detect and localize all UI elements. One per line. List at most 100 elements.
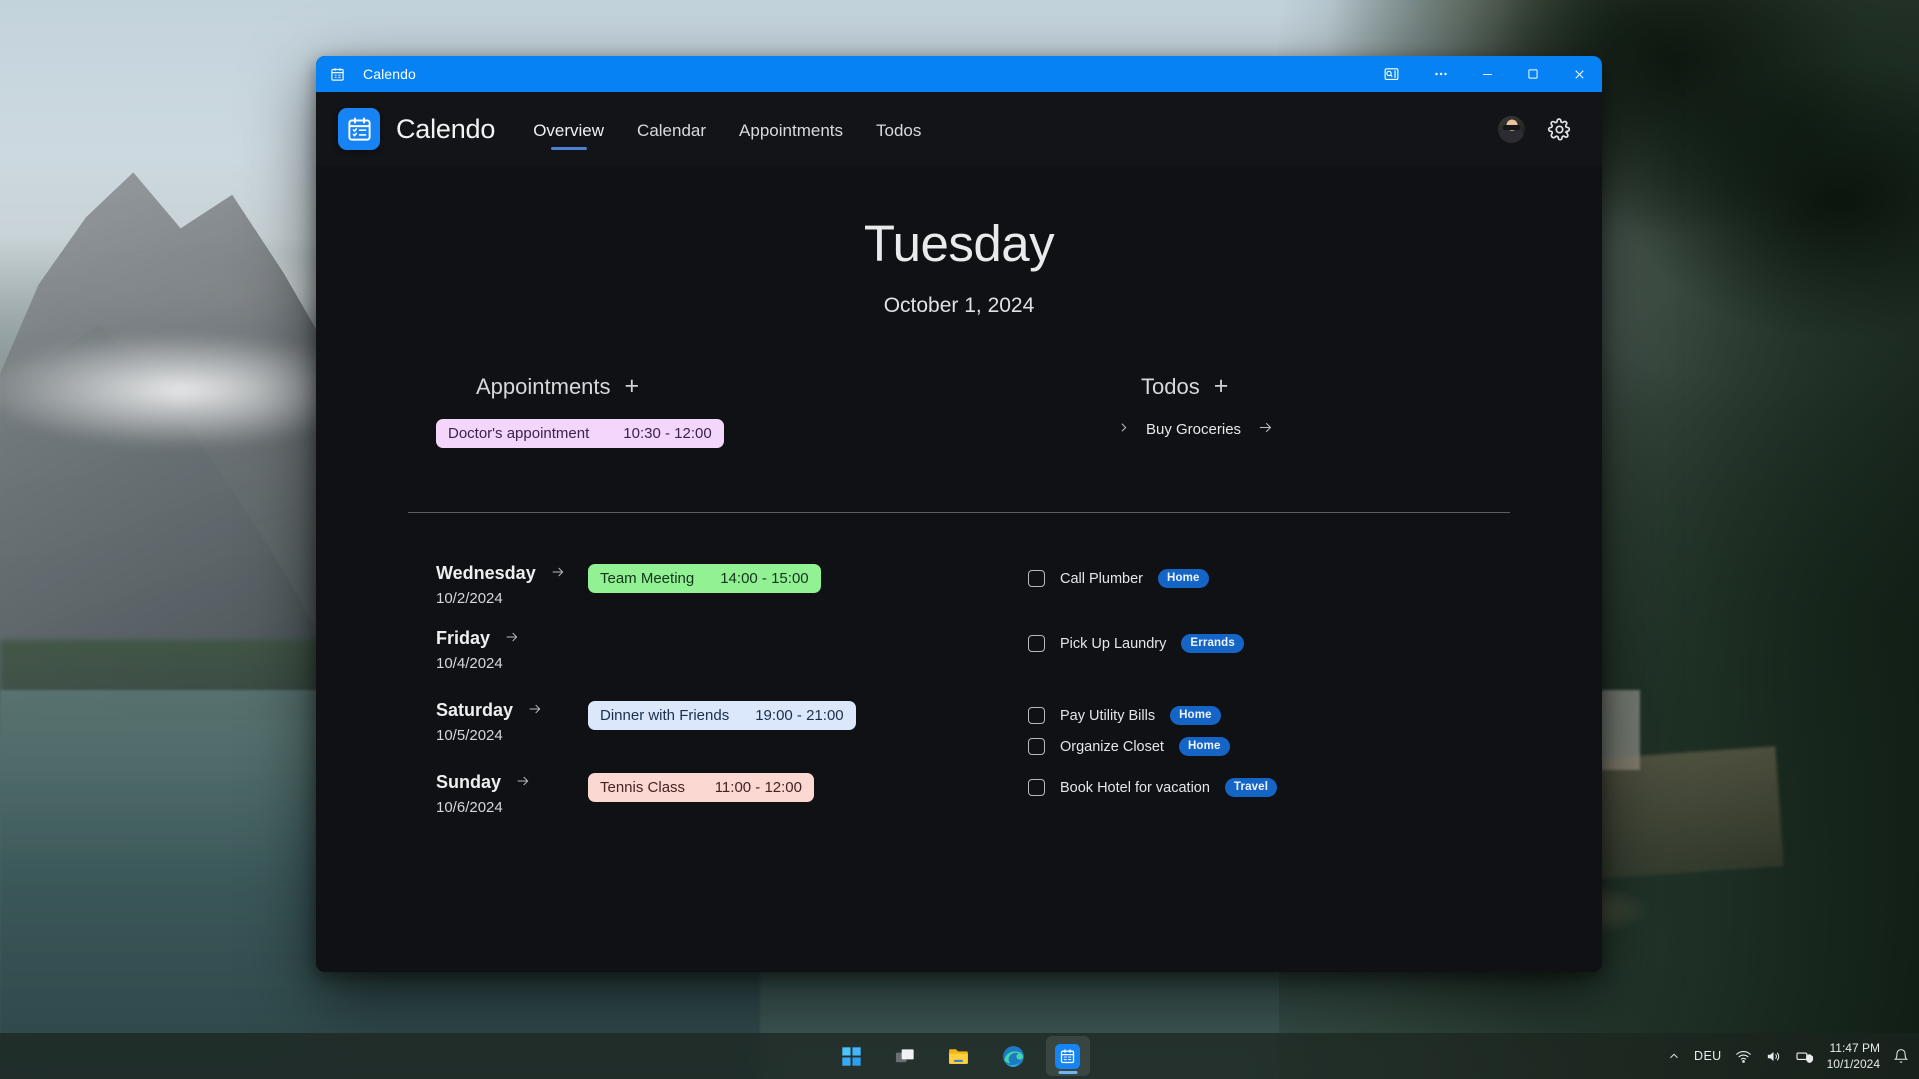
chevron-up-icon[interactable]: [1667, 1049, 1681, 1063]
arrow-right-icon[interactable]: [527, 701, 543, 721]
todo-checkbox[interactable]: [1028, 738, 1045, 755]
bell-icon[interactable]: [1893, 1048, 1909, 1064]
todos-section-header: Todos +: [1075, 374, 1602, 400]
todo-tag[interactable]: Errands: [1181, 634, 1244, 653]
todo-group-wednesday: Call Plumber Home: [1028, 563, 1526, 628]
day-events-sunday: Tennis Class 11:00 - 12:00: [588, 772, 814, 802]
day-date: 10/4/2024: [436, 655, 588, 672]
clock[interactable]: 11:47 PM 10/1/2024: [1827, 1040, 1880, 1072]
appointment-pill[interactable]: Dinner with Friends 19:00 - 21:00: [588, 701, 856, 730]
appointment-title: Dinner with Friends: [600, 707, 729, 724]
todos-title: Todos: [1141, 374, 1200, 400]
brand-name: Calendo: [396, 114, 495, 145]
todo-tag[interactable]: Home: [1158, 569, 1209, 588]
edge-browser-button[interactable]: [992, 1036, 1036, 1076]
tab-calendar[interactable]: Calendar: [637, 92, 706, 166]
calendar-app-icon: [1055, 1044, 1080, 1069]
todo-item[interactable]: Organize Closet Home: [1028, 731, 1230, 762]
tab-calendar-label: Calendar: [637, 121, 706, 141]
day-row-wednesday: Wednesday 10/2/2024 Team Meeting 14:00 -…: [436, 563, 1006, 628]
wifi-icon[interactable]: [1735, 1048, 1752, 1065]
tab-todos-label: Todos: [876, 121, 921, 141]
todo-summary-label: Buy Groceries: [1146, 421, 1241, 438]
todo-item[interactable]: Pick Up Laundry Errands: [1028, 628, 1244, 659]
task-view-button[interactable]: [884, 1036, 928, 1076]
appointment-title: Doctor's appointment: [448, 425, 589, 442]
day-label-wednesday[interactable]: Wednesday 10/2/2024: [436, 563, 588, 607]
calendo-taskbar-button[interactable]: [1046, 1036, 1090, 1076]
day-row-friday: Friday 10/4/2024: [436, 628, 1006, 700]
todo-label: Pick Up Laundry: [1060, 636, 1166, 652]
today-appointments-column: Appointments + Doctor's appointment 10:3…: [316, 374, 959, 448]
todo-checkbox[interactable]: [1028, 635, 1045, 652]
tab-todos[interactable]: Todos: [876, 92, 921, 166]
battery-shield-icon[interactable]: [1795, 1047, 1814, 1065]
more-options-button[interactable]: [1418, 56, 1464, 92]
arrow-right-icon[interactable]: [1257, 419, 1274, 440]
page-title: Tuesday: [316, 218, 1602, 269]
todo-group-friday: Pick Up Laundry Errands: [1028, 628, 1526, 700]
today-summary-row: Appointments + Doctor's appointment 10:3…: [316, 374, 1602, 448]
day-date: 10/2/2024: [436, 590, 588, 607]
todo-checkbox[interactable]: [1028, 707, 1045, 724]
appointment-time: 19:00 - 21:00: [755, 707, 843, 724]
todo-item[interactable]: Pay Utility Bills Home: [1028, 700, 1230, 731]
appointments-title: Appointments: [476, 374, 611, 400]
day-label-top: Friday: [436, 628, 588, 649]
gear-icon[interactable]: [1547, 117, 1572, 142]
calendar-checklist-icon: [338, 108, 380, 150]
avatar[interactable]: [1498, 116, 1525, 143]
arrow-right-icon[interactable]: [504, 629, 520, 649]
day-row-sunday: Sunday 10/6/2024 Tennis Class 11:00 - 12…: [436, 772, 1006, 844]
day-label-saturday[interactable]: Saturday 10/5/2024: [436, 700, 588, 744]
appointment-time: 11:00 - 12:00: [715, 779, 802, 796]
add-todo-button[interactable]: +: [1214, 374, 1229, 399]
week-appointments-column: Wednesday 10/2/2024 Team Meeting 14:00 -…: [436, 563, 1006, 844]
day-name: Sunday: [436, 772, 501, 793]
todo-label: Pay Utility Bills: [1060, 708, 1155, 724]
todo-item[interactable]: Call Plumber Home: [1028, 563, 1209, 594]
appointment-pill[interactable]: Team Meeting 14:00 - 15:00: [588, 564, 821, 593]
appointment-time: 14:00 - 15:00: [720, 570, 808, 587]
file-explorer-button[interactable]: [938, 1036, 982, 1076]
appointment-pill[interactable]: Doctor's appointment 10:30 - 12:00: [436, 419, 724, 448]
day-events-wednesday: Team Meeting 14:00 - 15:00: [588, 563, 821, 593]
day-label-friday[interactable]: Friday 10/4/2024: [436, 628, 588, 672]
add-appointment-button[interactable]: +: [625, 374, 640, 399]
window-titlebar[interactable]: Calendo: [316, 56, 1602, 92]
minimize-button[interactable]: [1464, 56, 1510, 92]
day-label-top: Saturday: [436, 700, 588, 721]
window-title: Calendo: [363, 66, 416, 82]
today-todos-column: Todos + Buy Groceries: [959, 374, 1602, 448]
app-navbar: Calendo Overview Calendar Appointments T…: [316, 92, 1602, 166]
tab-overview[interactable]: Overview: [533, 92, 604, 166]
start-button[interactable]: [830, 1036, 874, 1076]
appointment-title: Tennis Class: [600, 779, 685, 796]
arrow-right-icon[interactable]: [515, 773, 531, 793]
todo-checkbox[interactable]: [1028, 779, 1045, 796]
appointment-title: Team Meeting: [600, 570, 694, 587]
week-todos-column: Call Plumber Home Pick Up Laundry Errand…: [1006, 563, 1526, 844]
arrow-right-icon[interactable]: [550, 564, 566, 584]
chevron-right-icon[interactable]: [1117, 421, 1130, 438]
todo-checkbox[interactable]: [1028, 570, 1045, 587]
speaker-icon[interactable]: [1765, 1048, 1782, 1065]
maximize-button[interactable]: [1510, 56, 1556, 92]
todo-summary-item[interactable]: Buy Groceries: [1075, 419, 1602, 440]
language-indicator[interactable]: DEU: [1694, 1049, 1722, 1063]
tab-appointments[interactable]: Appointments: [739, 92, 843, 166]
day-name: Wednesday: [436, 563, 536, 584]
widget-snap-button[interactable]: [1364, 56, 1418, 92]
appointments-section-header: Appointments +: [436, 374, 959, 400]
appointment-pill[interactable]: Tennis Class 11:00 - 12:00: [588, 773, 814, 802]
todo-group: Book Hotel for vacation Travel: [1028, 772, 1277, 803]
todo-tag[interactable]: Home: [1179, 737, 1230, 756]
todo-tag[interactable]: Travel: [1225, 778, 1277, 797]
day-label-sunday[interactable]: Sunday 10/6/2024: [436, 772, 588, 816]
close-button[interactable]: [1556, 56, 1602, 92]
todo-tag[interactable]: Home: [1170, 706, 1221, 725]
todo-group: Pay Utility Bills Home Organize Closet H…: [1028, 700, 1230, 762]
todo-item[interactable]: Book Hotel for vacation Travel: [1028, 772, 1277, 803]
todo-label: Book Hotel for vacation: [1060, 780, 1210, 796]
day-label-top: Wednesday: [436, 563, 588, 584]
